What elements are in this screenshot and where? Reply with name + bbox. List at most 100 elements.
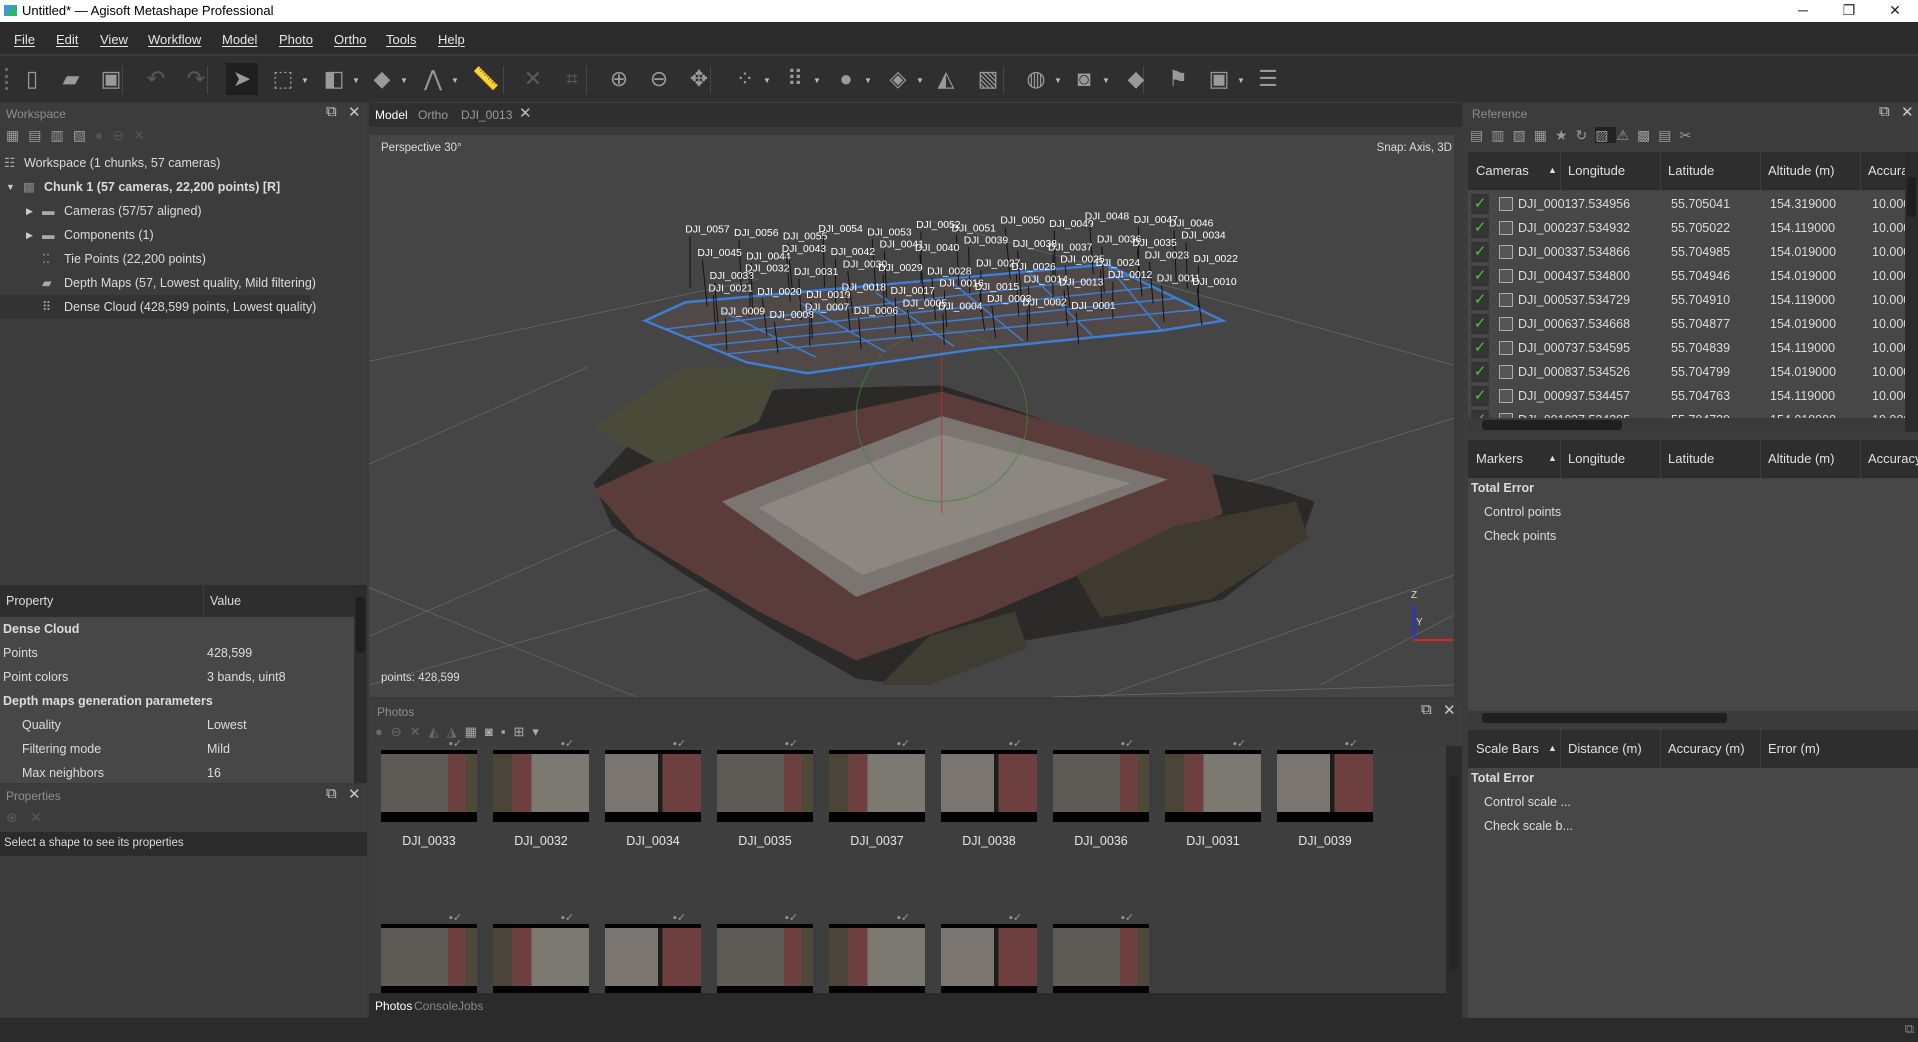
rotate-left-icon[interactable]: ◭ [429, 724, 447, 739]
camera-enabled-checkbox[interactable]: ✓ [1471, 242, 1489, 262]
camera-row[interactable]: ✓ DJI_0005 37.534729 55.704910 154.119000 10.… [1468, 288, 1917, 312]
summary-row[interactable]: Total Error [1468, 476, 1905, 500]
disable-icon[interactable]: ⊖ [112, 127, 133, 143]
camera-label[interactable]: DJI_0039 [964, 235, 1009, 246]
property-row[interactable]: Point colors 3 bands, uint8 [0, 665, 354, 689]
header-value[interactable]: Value [210, 594, 241, 608]
float-panel-icon[interactable]: ⧉ [1879, 103, 1890, 120]
rectangle-selection-button[interactable]: ⬚ [267, 63, 299, 95]
markers-h-scrollbar[interactable] [1468, 711, 1918, 725]
menu-tools[interactable]: Tools [386, 32, 416, 47]
cameras-h-scrollbar[interactable] [1468, 418, 1905, 432]
dropdown-arrow-icon[interactable]: ▼ [916, 76, 924, 85]
property-row[interactable]: Filtering mode Mild [0, 737, 354, 761]
camera-label[interactable]: DJI_0029 [878, 263, 923, 274]
cameras-v-scrollbar[interactable] [1905, 152, 1918, 432]
dropdown-arrow-icon[interactable]: ▼ [400, 76, 408, 85]
photo-thumbnail[interactable] [941, 750, 1037, 822]
camera-label[interactable]: DJI_0002 [1022, 298, 1067, 309]
camera-enabled-checkbox[interactable]: ✓ [1471, 218, 1489, 238]
camera-row[interactable]: ✓ DJI_0002 37.534932 55.705022 154.119000 10.… [1468, 216, 1917, 240]
photo-thumbnail[interactable] [717, 750, 813, 822]
summary-row[interactable]: Control points [1468, 500, 1905, 524]
enable-icon[interactable]: ● [95, 127, 112, 143]
photo-thumbnail[interactable] [493, 924, 589, 996]
camera-label[interactable]: DJI_0040 [915, 243, 960, 254]
sort-ascending-icon[interactable]: ▲ [1548, 165, 1557, 175]
undo-button[interactable]: ↶ [140, 63, 172, 95]
save-button[interactable]: ▣ [95, 63, 127, 95]
photo-thumbnail[interactable] [605, 750, 701, 822]
camera-label[interactable]: DJI_0010 [1192, 277, 1237, 288]
view-errors-icon[interactable]: ⚠ [1616, 127, 1637, 143]
zoom-out-button[interactable]: ⊖ [643, 63, 675, 95]
dropdown-arrow-icon[interactable]: ▼ [352, 76, 360, 85]
show-masks-icon[interactable]: ◙ [485, 724, 501, 739]
navigation-cursor-button[interactable]: ➤ [226, 63, 258, 95]
property-row[interactable]: Dense Cloud [0, 617, 354, 641]
dropdown-arrow-icon[interactable]: ▼ [301, 76, 309, 85]
camera-enabled-checkbox[interactable]: ✓ [1471, 362, 1489, 382]
property-scrollbar[interactable] [354, 585, 367, 783]
camera-label[interactable]: DJI_0004 [938, 302, 983, 313]
column-header[interactable]: Markers [1476, 451, 1523, 466]
3d-scene[interactable]: DJI_0057 DJI_0056 DJI_0055DJI_0054 DJI_0053… [369, 135, 1462, 697]
open-folder-button[interactable]: ▰ [55, 63, 87, 95]
bottom-tab-jobs[interactable]: Jobs [458, 999, 483, 1013]
import-reference-icon[interactable]: ▤ [1470, 127, 1491, 143]
photo-thumbnail[interactable] [605, 924, 701, 996]
column-header[interactable]: Scale Bars [1476, 741, 1539, 756]
add-chunk-icon[interactable]: ▦ [6, 127, 28, 143]
property-row[interactable]: Depth maps generation parameters [0, 689, 354, 713]
camera-enabled-checkbox[interactable]: ✓ [1471, 266, 1489, 286]
column-header[interactable]: Altitude (m) [1768, 451, 1834, 466]
show-dense-cloud-button[interactable]: ⠿ [779, 63, 811, 95]
sort-ascending-icon[interactable]: ▲ [1548, 453, 1557, 463]
dropdown-arrow-icon[interactable]: ▼ [451, 76, 459, 85]
collapse-arrow-icon[interactable]: ▼ [6, 175, 15, 199]
camera-row[interactable]: ✓ DJI_0008 37.534526 55.704799 154.019000 10.… [1468, 360, 1917, 384]
float-panel-icon[interactable]: ⧉ [1421, 701, 1432, 718]
column-header[interactable]: Distance (m) [1568, 741, 1642, 756]
photo-thumbnail[interactable] [829, 750, 925, 822]
photos-scrollbar[interactable] [1446, 746, 1462, 993]
column-header[interactable]: Longitude [1568, 163, 1625, 178]
show-tiled-model-button[interactable]: ◈ [882, 63, 914, 95]
camera-label[interactable]: DJI_0013 [1059, 278, 1104, 289]
camera-label[interactable]: DJI_0057 [685, 225, 730, 236]
restore-button[interactable]: ❐ [1826, 0, 1872, 22]
camera-label[interactable]: DJI_0026 [1011, 262, 1056, 273]
summary-row[interactable]: Check scale b... [1468, 814, 1905, 838]
column-header[interactable]: Cameras [1476, 163, 1529, 178]
add-photos-icon[interactable]: ▤ [28, 127, 50, 143]
dropdown-arrow-icon[interactable]: ▼ [1237, 76, 1245, 85]
new-document-button[interactable]: ▯ [16, 63, 48, 95]
sort-ascending-icon[interactable]: ▲ [1548, 743, 1557, 753]
view-mode-icon[interactable]: ⊞▾ [513, 724, 546, 739]
remove-cameras-icon[interactable]: ✕ [410, 724, 429, 739]
toolbar-grip[interactable] [5, 68, 8, 90]
crop-selection-button[interactable]: ⌗ [556, 63, 588, 95]
camera-label[interactable]: DJI_0031 [794, 267, 839, 278]
camera-label[interactable]: DJI_0007 [805, 302, 850, 313]
close-panel-icon[interactable]: ✕ [348, 103, 361, 121]
photo-thumbnail[interactable] [1277, 750, 1373, 822]
property-row[interactable]: Max neighbors 16 [0, 761, 354, 785]
camera-row[interactable]: ✓ DJI_0006 37.534668 55.704877 154.019000 10.… [1468, 312, 1917, 336]
redo-button[interactable]: ↷ [180, 63, 212, 95]
column-header[interactable]: Accura [1868, 163, 1908, 178]
property-row[interactable]: Quality Lowest [0, 713, 354, 737]
close-panel-icon[interactable]: ✕ [1901, 103, 1914, 121]
camera-row[interactable]: ✓ DJI_0001 37.534956 55.705041 154.319000 10.… [1468, 192, 1917, 216]
column-header[interactable]: Latitude [1668, 451, 1714, 466]
show-markers-button[interactable]: ⚑ [1162, 63, 1194, 95]
draw-polyline-button[interactable]: ⋀ [417, 63, 449, 95]
camera-label[interactable]: DJI_0046 [1169, 218, 1214, 229]
add-folder-icon[interactable]: ▥ [50, 127, 72, 143]
camera-row[interactable]: ✓ DJI_0003 37.534866 55.704985 154.019000 10.… [1468, 240, 1917, 264]
show-tie-points-button[interactable]: ⁘ [729, 63, 761, 95]
camera-label[interactable]: DJI_0028 [927, 266, 972, 277]
camera-row[interactable]: ✓ DJI_0007 37.534595 55.704839 154.119000 10.… [1468, 336, 1917, 360]
menu-file[interactable]: File [14, 32, 35, 47]
resize-grip-icon[interactable]: ⧉ [1905, 1021, 1914, 1037]
